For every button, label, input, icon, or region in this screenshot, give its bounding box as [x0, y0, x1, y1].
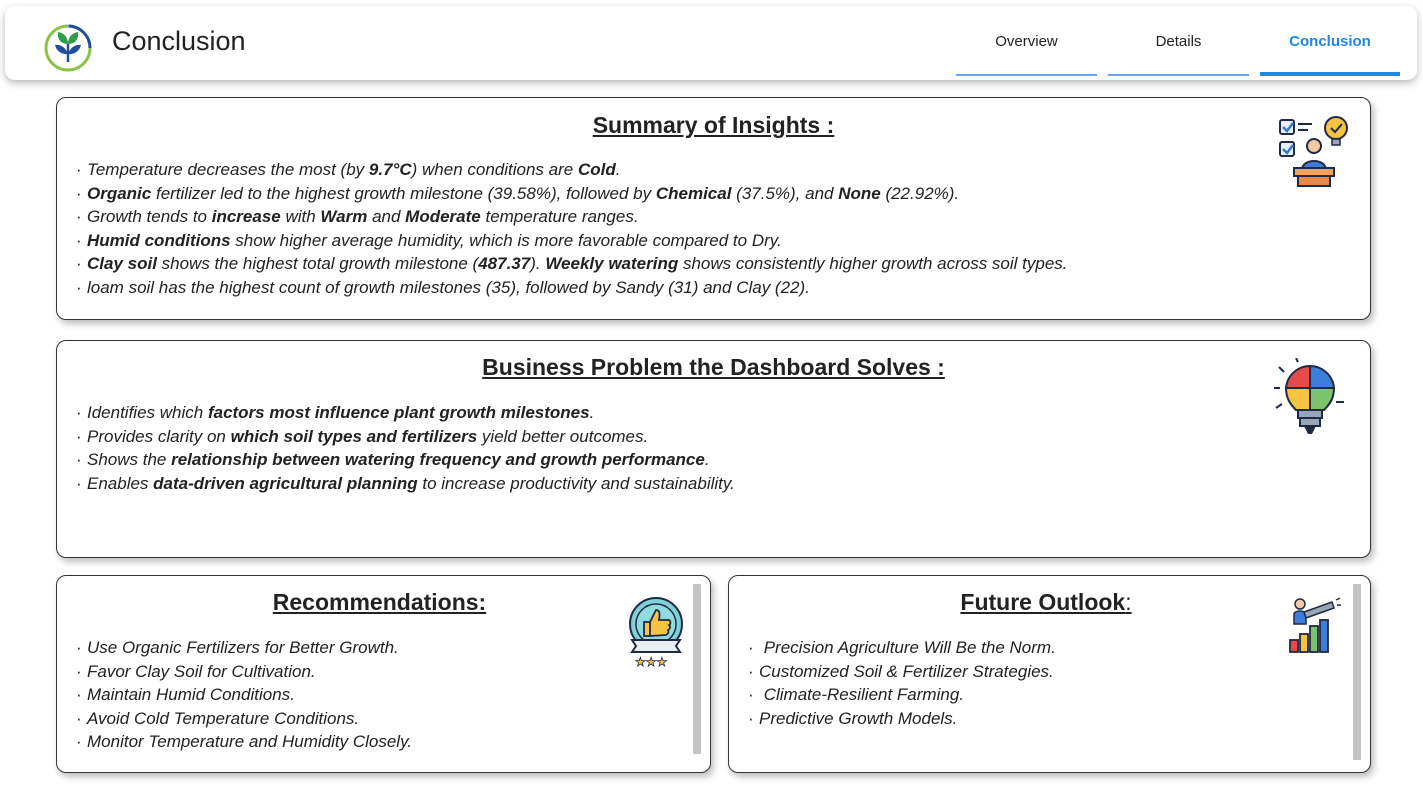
list-item: · Identifies which factors most influence…	[76, 403, 595, 422]
svg-text:★★★: ★★★	[635, 655, 667, 668]
tab-overview[interactable]: Overview	[956, 6, 1097, 76]
business-problem-card: Business Problem the Dashboard Solves : …	[56, 340, 1371, 558]
future-outlook-card: Future Outlook: · Precision Agriculture …	[728, 575, 1371, 773]
list-item: · Avoid Cold Temperature Conditions.	[76, 708, 360, 728]
list-item: · Provides clarity on which soil types an…	[76, 426, 649, 446]
tab-details-label: Details	[1155, 32, 1202, 50]
recommendations-list: · Use Organic Fertilizers for Better Grow…	[76, 636, 412, 754]
list-item: · Precision Agriculture Will Be the Norm…	[748, 638, 1056, 657]
list-item: · Customized Soil & Fertilizer Strategies…	[748, 661, 1054, 681]
recommendations-scrollbar[interactable]	[693, 584, 701, 754]
page-title: Conclusion	[112, 26, 246, 56]
insights-title: Summary of Insights :	[592, 112, 835, 138]
telescope-growth-chart-icon	[1289, 597, 1341, 653]
list-item: · Monitor Temperature and Humidity Closel…	[76, 732, 413, 752]
business-problem-title: Business Problem the Dashboard Solves :	[482, 354, 945, 380]
tab-details[interactable]: Details	[1108, 6, 1249, 76]
future-outlook-title-suffix: :	[1125, 589, 1132, 615]
future-outlook-title: Future Outlook:	[729, 589, 1363, 616]
recommendations-card: Recommendations: · Use Organic Fertilizer…	[56, 575, 711, 773]
checklist-person-lightbulb-icon	[1279, 116, 1348, 187]
list-item: · Favor Clay Soil for Cultivation.	[76, 661, 316, 681]
list-item: · Temperature decreases the most (by 9.7°…	[76, 160, 621, 179]
insights-list: · Temperature decreases the most (by 9.7°…	[76, 158, 1068, 300]
list-item: · Humid conditions show higher average hu…	[76, 230, 782, 250]
list-item: · Shows the relationship between watering…	[76, 450, 710, 470]
list-item: · Predictive Growth Models.	[748, 708, 958, 728]
future-outlook-list: · Precision Agriculture Will Be the Norm…	[748, 636, 1056, 730]
recommendations-title: Recommendations:	[272, 589, 487, 615]
tab-conclusion[interactable]: Conclusion	[1260, 6, 1400, 76]
thumbs-up-badge-icon: ★★★	[629, 597, 683, 668]
tab-overview-label: Overview	[995, 32, 1058, 50]
list-item: · Use Organic Fertilizers for Better Grow…	[76, 638, 399, 657]
insights-card: Summary of Insights : · Temperature decre…	[56, 97, 1371, 320]
list-item: · Clay soil shows the highest total growt…	[76, 254, 1068, 274]
tab-conclusion-label: Conclusion	[1289, 32, 1371, 50]
business-problem-list: · Identifies which factors most influence…	[76, 401, 735, 495]
puzzle-lightbulb-icon	[1274, 358, 1344, 434]
list-item: · Enables data-driven agricultural planni…	[76, 473, 735, 493]
list-item: · Maintain Humid Conditions.	[76, 685, 295, 705]
plant-logo-icon	[44, 24, 92, 72]
list-item: · loam soil has the highest count of grow…	[76, 277, 810, 297]
list-item: · Organic fertilizer led to the highest g…	[76, 183, 960, 203]
list-item: · Climate-Resilient Farming.	[748, 685, 964, 705]
future-outlook-title-main: Future Outlook	[960, 589, 1126, 615]
future-outlook-scrollbar[interactable]	[1353, 584, 1361, 760]
list-item: · Growth tends to increase with Warm and …	[76, 207, 639, 227]
header-bar: Conclusion Overview Details Conclusion	[5, 6, 1417, 80]
